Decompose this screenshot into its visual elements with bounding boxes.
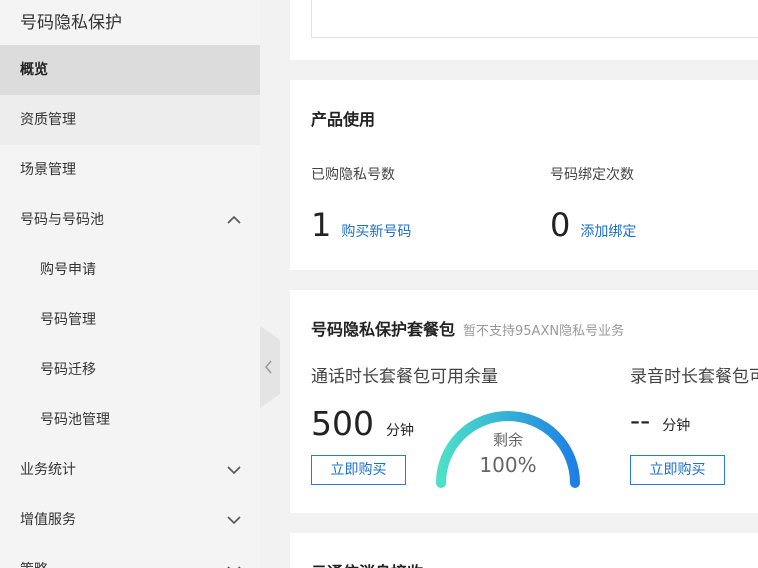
top-card (290, 0, 758, 60)
remaining-gauge: 剩余 100% (435, 395, 581, 490)
package-card: 号码隐私保护套餐包 暂不支持95AXN隐私号业务 通话时长套餐包可用余量 500 … (290, 290, 758, 513)
sidebar-item-statistics[interactable]: 业务统计 (0, 445, 260, 495)
package-subtitle: 暂不支持95AXN隐私号业务 (463, 324, 625, 339)
message-receive-title: 云通信消息接收 (311, 559, 423, 568)
gauge-label: 剩余 (492, 431, 523, 449)
gauge-percent: 100% (479, 453, 537, 477)
binding-count-value: 0 (550, 206, 571, 244)
record-package-buy-button[interactable]: 立即购买 (630, 455, 725, 485)
sidebar-item-label: 业务统计 (20, 462, 76, 478)
card-title: 产品使用 (311, 110, 376, 129)
package-title-text: 号码隐私保护套餐包 (311, 320, 456, 339)
sidebar-item-number-management[interactable]: 号码管理 (0, 295, 260, 345)
call-package-value: 500 (311, 404, 374, 443)
purchased-numbers-row: 1 购买新号码 (311, 206, 411, 244)
purchased-numbers-value: 1 (311, 206, 332, 244)
call-package-buy-button[interactable]: 立即购买 (311, 455, 406, 485)
binding-count-label: 号码绑定次数 (550, 167, 634, 183)
call-package-label: 通话时长套餐包可用余量 (311, 367, 498, 387)
chevron-down-icon (226, 562, 242, 568)
sidebar-item-label: 增值服务 (20, 512, 76, 528)
binding-count-row: 0 添加绑定 (550, 206, 636, 244)
message-receive-card: 云通信消息接收 (290, 533, 758, 568)
package-card-title: 号码隐私保护套餐包 暂不支持95AXN隐私号业务 (311, 316, 624, 340)
sidebar-item-label: 策略 (20, 562, 48, 568)
record-package-label: 录音时长套餐包可 (630, 367, 758, 387)
main-content: 产品使用 已购隐私号数 1 购买新号码 号码绑定次数 0 添加绑定 号码隐私保护… (260, 0, 758, 568)
add-binding-link[interactable]: 添加绑定 (580, 221, 636, 241)
sidebar-item-scene[interactable]: 场景管理 (0, 145, 260, 195)
call-package-value-row: 500 分钟 (311, 404, 414, 443)
record-package-unit: 分钟 (662, 418, 691, 434)
call-package-unit: 分钟 (386, 423, 414, 439)
sidebar: 号码隐私保护 概览 资质管理 场景管理 号码与号码池 购号申请 号码管理 号码迁… (0, 0, 260, 568)
sidebar-item-number-migration[interactable]: 号码迁移 (0, 345, 260, 395)
sidebar-title: 号码隐私保护 (20, 13, 122, 33)
sidebar-item-overview[interactable]: 概览 (0, 45, 260, 95)
sidebar-item-purchase-request[interactable]: 购号申请 (0, 245, 260, 295)
sidebar-item-strategy[interactable]: 策略 (0, 545, 260, 568)
chevron-down-icon (226, 462, 242, 478)
top-card-inner-box (311, 0, 758, 38)
sidebar-item-number-pool[interactable]: 号码与号码池 (0, 195, 260, 245)
record-package-value-row: -- 分钟 (630, 404, 690, 437)
purchased-numbers-label: 已购隐私号数 (311, 167, 395, 183)
product-usage-card: 产品使用 已购隐私号数 1 购买新号码 号码绑定次数 0 添加绑定 (290, 80, 758, 270)
chevron-up-icon (226, 212, 242, 228)
purchased-numbers-label-wrap: 已购隐私号数 (311, 164, 395, 184)
record-package-value: -- (630, 404, 651, 437)
sidebar-item-value-added[interactable]: 增值服务 (0, 495, 260, 545)
chevron-down-icon (226, 512, 242, 528)
sidebar-item-pool-management[interactable]: 号码池管理 (0, 395, 260, 445)
binding-count-label-wrap: 号码绑定次数 (550, 164, 634, 184)
sidebar-item-qualification[interactable]: 资质管理 (0, 95, 260, 145)
sidebar-item-label: 号码与号码池 (20, 212, 104, 228)
buy-new-number-link[interactable]: 购买新号码 (341, 221, 411, 241)
